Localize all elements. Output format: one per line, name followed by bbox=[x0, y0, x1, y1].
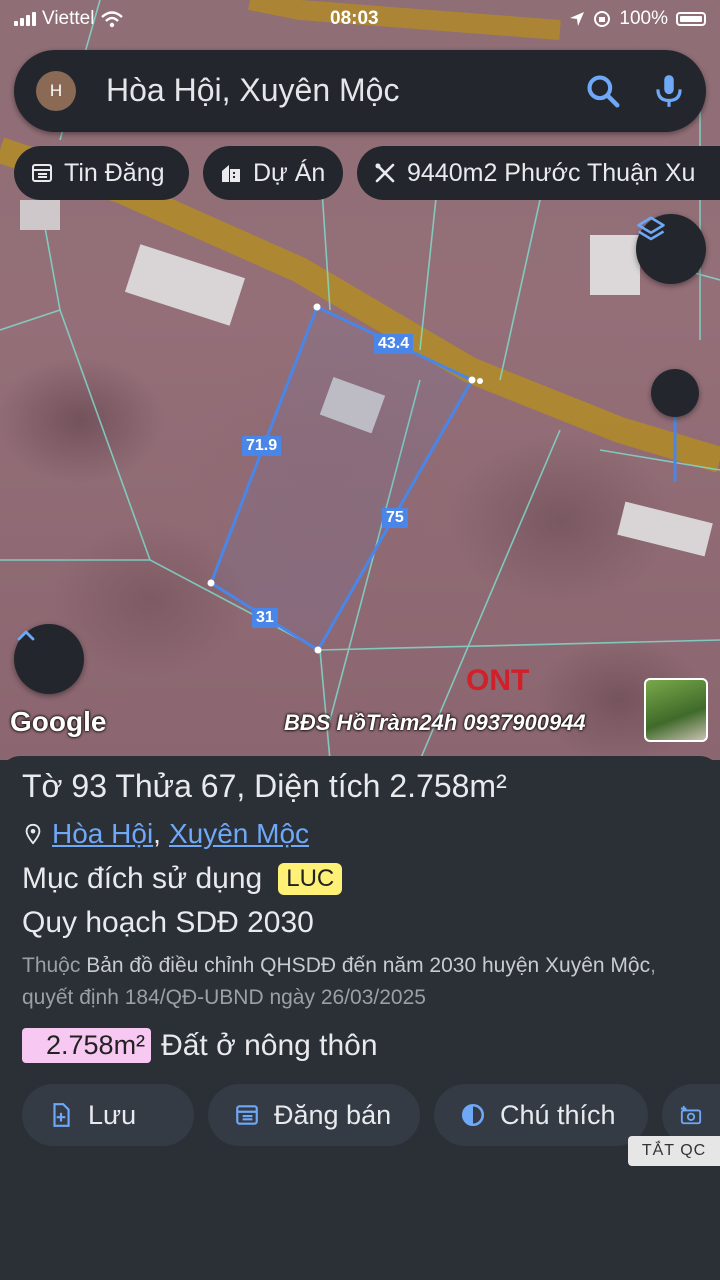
commune-link[interactable]: Hòa Hội bbox=[52, 818, 153, 850]
close-ad-button[interactable]: TẮT QC bbox=[628, 1136, 720, 1166]
microphone-icon[interactable] bbox=[650, 72, 688, 110]
zone-code-label: ONT bbox=[466, 664, 530, 697]
edge-length-label: 43.4 bbox=[374, 334, 414, 354]
avatar[interactable]: H bbox=[36, 71, 76, 111]
carrier-name: Viettel bbox=[42, 8, 95, 29]
watermark-text: BĐS HồTràm24h 0937900944 bbox=[284, 710, 586, 735]
parcel-title: Tờ 93 Thửa 67, Diện tích 2.758m² bbox=[22, 768, 507, 804]
listing-icon bbox=[32, 164, 52, 182]
building-icon bbox=[222, 165, 240, 182]
location-pin-icon bbox=[25, 823, 41, 845]
plan-title: Quy hoạch SDĐ 2030 bbox=[22, 906, 314, 939]
edge-length-label: 71.9 bbox=[242, 436, 282, 456]
chip-listings[interactable]: Tin Đăng bbox=[14, 146, 189, 200]
chip-label: Tin Đăng bbox=[64, 158, 165, 187]
edge-length-label: 31 bbox=[252, 608, 278, 628]
battery-icon bbox=[676, 12, 706, 26]
land-type-label: Đất ở nông thôn bbox=[161, 1028, 378, 1062]
tools-icon bbox=[375, 163, 395, 183]
clock: 08:03 bbox=[330, 8, 379, 29]
add-photo-icon bbox=[680, 1105, 702, 1125]
layers-button[interactable] bbox=[636, 214, 706, 284]
status-bar: Viettel 08:03 100% bbox=[0, 0, 720, 36]
legend-contrast-icon bbox=[461, 1103, 485, 1127]
google-logo: Google bbox=[10, 706, 107, 737]
chip-projects[interactable]: Dự Án bbox=[203, 146, 343, 200]
photo-thumbnail[interactable] bbox=[644, 678, 708, 742]
slider-handle[interactable] bbox=[651, 369, 699, 417]
area-badge: 2.758m² bbox=[22, 1028, 152, 1063]
plan-description: Thuộc Bản đồ điều chỉnh QHSDĐ đến năm 20… bbox=[22, 954, 656, 1009]
chevron-up-icon bbox=[17, 630, 35, 641]
post-sale-icon bbox=[236, 1105, 258, 1125]
purpose-code-badge: LUC bbox=[278, 863, 343, 895]
chip-saved-search[interactable]: 9440m2 Phước Thuận Xu bbox=[357, 146, 720, 200]
plan-map-name: Bản đồ điều chỉnh QHSDĐ đến năm 2030 huy… bbox=[86, 954, 651, 977]
chip-label: 9440m2 Phước Thuận Xu bbox=[407, 158, 696, 187]
layers-icon bbox=[637, 216, 665, 241]
expand-sheet-button[interactable] bbox=[14, 624, 84, 694]
legend-button[interactable]: Chú thích bbox=[434, 1084, 648, 1146]
save-button[interactable]: Lưu bbox=[22, 1084, 194, 1146]
chip-label: Dự Án bbox=[253, 158, 326, 187]
rotation-lock-icon bbox=[594, 11, 611, 27]
save-file-icon bbox=[53, 1103, 70, 1127]
search-icon[interactable] bbox=[584, 72, 622, 110]
post-sale-button[interactable]: Đăng bán bbox=[208, 1084, 420, 1146]
signal-icon bbox=[14, 12, 36, 26]
wifi-icon bbox=[101, 11, 124, 28]
search-bar[interactable]: H Hòa Hội, Xuyên Mộc bbox=[14, 50, 706, 132]
parcel-location: Hòa Hội, Xuyên Mộc bbox=[22, 818, 309, 850]
parcel-details-sheet: Tờ 93 Thửa 67, Diện tích 2.758m² Hòa Hội… bbox=[0, 756, 720, 1280]
district-link[interactable]: Xuyên Mộc bbox=[169, 818, 309, 850]
land-use-purpose: Mục đích sử dụng LUC bbox=[22, 862, 343, 896]
battery-percent: 100% bbox=[619, 8, 668, 29]
area-row: 2.758m² Đất ở nông thôn bbox=[22, 1028, 378, 1063]
search-input[interactable]: Hòa Hội, Xuyên Mộc bbox=[106, 72, 399, 109]
edge-length-label: 75 bbox=[382, 508, 408, 528]
location-arrow-icon bbox=[570, 12, 585, 26]
purpose-label: Mục đích sử dụng bbox=[22, 862, 263, 895]
